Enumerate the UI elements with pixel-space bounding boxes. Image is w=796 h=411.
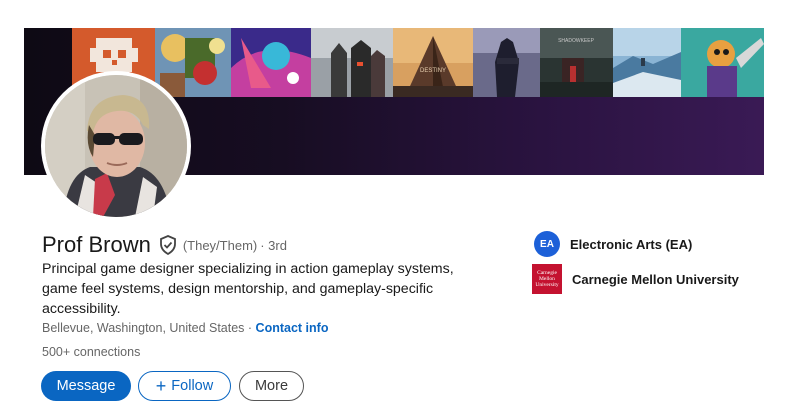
- avatar-photo: [45, 75, 187, 217]
- profile-location-line: Bellevue, Washington, United States · Co…: [42, 321, 328, 335]
- message-button[interactable]: Message: [41, 371, 131, 401]
- profile-avatar[interactable]: [41, 71, 191, 221]
- destiny-pyramid-art: DESTINY: [393, 28, 473, 97]
- plus-icon: +: [155, 376, 167, 396]
- connection-degree: · 3rd: [260, 237, 287, 253]
- org-item-carnegie-mellon[interactable]: Carnegie Mellon University Carnegie Mell…: [532, 264, 739, 294]
- destiny-characters-art: [311, 28, 393, 97]
- tile-label-shadowkeep: SHADOWKEEP: [558, 38, 595, 44]
- verified-shield-icon[interactable]: [159, 235, 177, 255]
- robot-character-art: [681, 28, 764, 97]
- ea-logo-icon: EA: [534, 231, 560, 257]
- follow-button[interactable]: + Follow: [138, 371, 231, 401]
- more-button[interactable]: More: [239, 371, 304, 401]
- colorful-adventure-art: [155, 28, 231, 97]
- shadowkeep-art: SHADOWKEEP: [540, 28, 613, 97]
- icy-landscape-art: [613, 28, 681, 97]
- profile-headline: Principal game designer specializing in …: [42, 261, 454, 317]
- profile-pronouns: (They/Them): [182, 237, 258, 253]
- neon-action-art: [231, 28, 311, 97]
- tile-label-destiny: DESTINY: [420, 68, 446, 74]
- profile-location: Bellevue, Washington, United States: [42, 321, 245, 335]
- org-name-cmu: Carnegie Mellon University: [572, 271, 739, 287]
- dark-figure-art: [473, 28, 540, 97]
- contact-info-link[interactable]: Contact info: [256, 321, 329, 335]
- profile-card: DESTINY SHADOWKEEP Prof Brown (They/Them…: [24, 28, 764, 411]
- cmu-logo-icon: Carnegie Mellon University: [532, 264, 562, 294]
- banner-game-strip: DESTINY SHADOWKEEP: [72, 28, 764, 97]
- name-row: Prof Brown (They/Them) · 3rd: [42, 232, 287, 258]
- connections-count[interactable]: 500+ connections: [42, 345, 140, 359]
- org-name-ea: Electronic Arts (EA): [570, 236, 693, 252]
- org-item-electronic-arts[interactable]: EA Electronic Arts (EA): [532, 231, 692, 257]
- profile-name: Prof Brown: [42, 232, 151, 257]
- location-separator: ·: [244, 321, 256, 335]
- follow-label: Follow: [171, 378, 214, 394]
